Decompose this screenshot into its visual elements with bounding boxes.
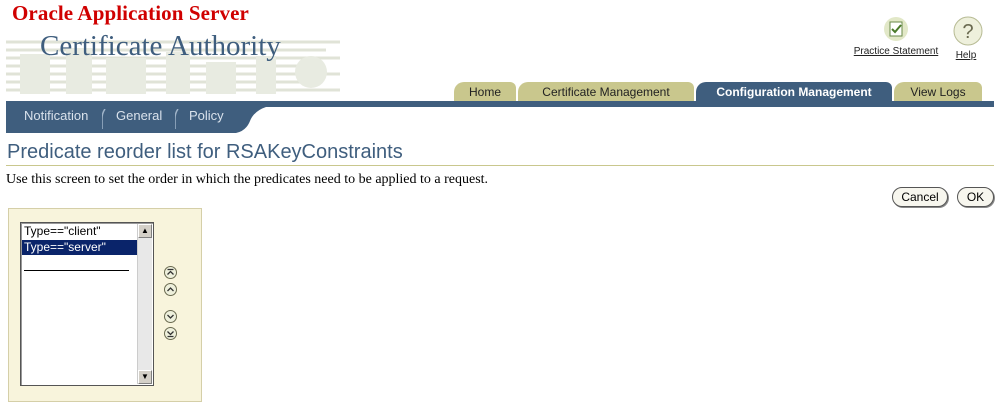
page-title: Predicate reorder list for RSAKeyConstra… [7, 141, 403, 163]
title-divider [6, 165, 994, 166]
subtab-separator [102, 109, 106, 129]
ok-button[interactable]: OK [957, 187, 994, 207]
subtab-policy[interactable]: Policy [189, 108, 224, 123]
help-label[interactable]: Help [956, 50, 977, 61]
scroll-down-arrow-icon[interactable]: ▼ [138, 370, 152, 384]
product-name: Oracle Application Server [12, 1, 249, 25]
practice-statement-label[interactable]: Practice Statement [854, 46, 938, 57]
move-down-icon[interactable] [164, 310, 177, 323]
list-placeholder-line [24, 270, 129, 271]
list-option-server[interactable]: Type=="server" [22, 240, 139, 255]
tab-view-logs[interactable]: View Logs [894, 82, 982, 102]
move-up-icon[interactable] [164, 283, 177, 296]
subtab-notification[interactable]: Notification [24, 108, 88, 123]
practice-statement-link[interactable]: Practice Statement [848, 16, 944, 57]
practice-statement-icon [884, 17, 908, 41]
tab-certificate-management[interactable]: Certificate Management [518, 82, 694, 102]
tab-configuration-management[interactable]: Configuration Management [696, 82, 892, 102]
svg-text:?: ? [962, 21, 973, 43]
subtab-separator [175, 109, 179, 129]
tab-home[interactable]: Home [454, 82, 516, 102]
predicate-listbox[interactable]: Type=="client" Type=="server" ▲ ▼ [20, 222, 154, 386]
help-link[interactable]: ? Help [952, 16, 983, 61]
page-instructions: Use this screen to set the order in whic… [6, 172, 489, 187]
move-to-top-icon[interactable] [164, 266, 177, 279]
help-icon: ? [953, 16, 983, 46]
subtab-general[interactable]: General [116, 108, 162, 123]
cancel-button[interactable]: Cancel [892, 187, 948, 207]
scroll-up-arrow-icon[interactable]: ▲ [138, 224, 152, 238]
list-option-client[interactable]: Type=="client" [22, 224, 139, 239]
component-name: Certificate Authority [40, 30, 281, 62]
listbox-scrollbar[interactable]: ▲ ▼ [137, 224, 152, 384]
move-to-bottom-icon[interactable] [164, 327, 177, 340]
